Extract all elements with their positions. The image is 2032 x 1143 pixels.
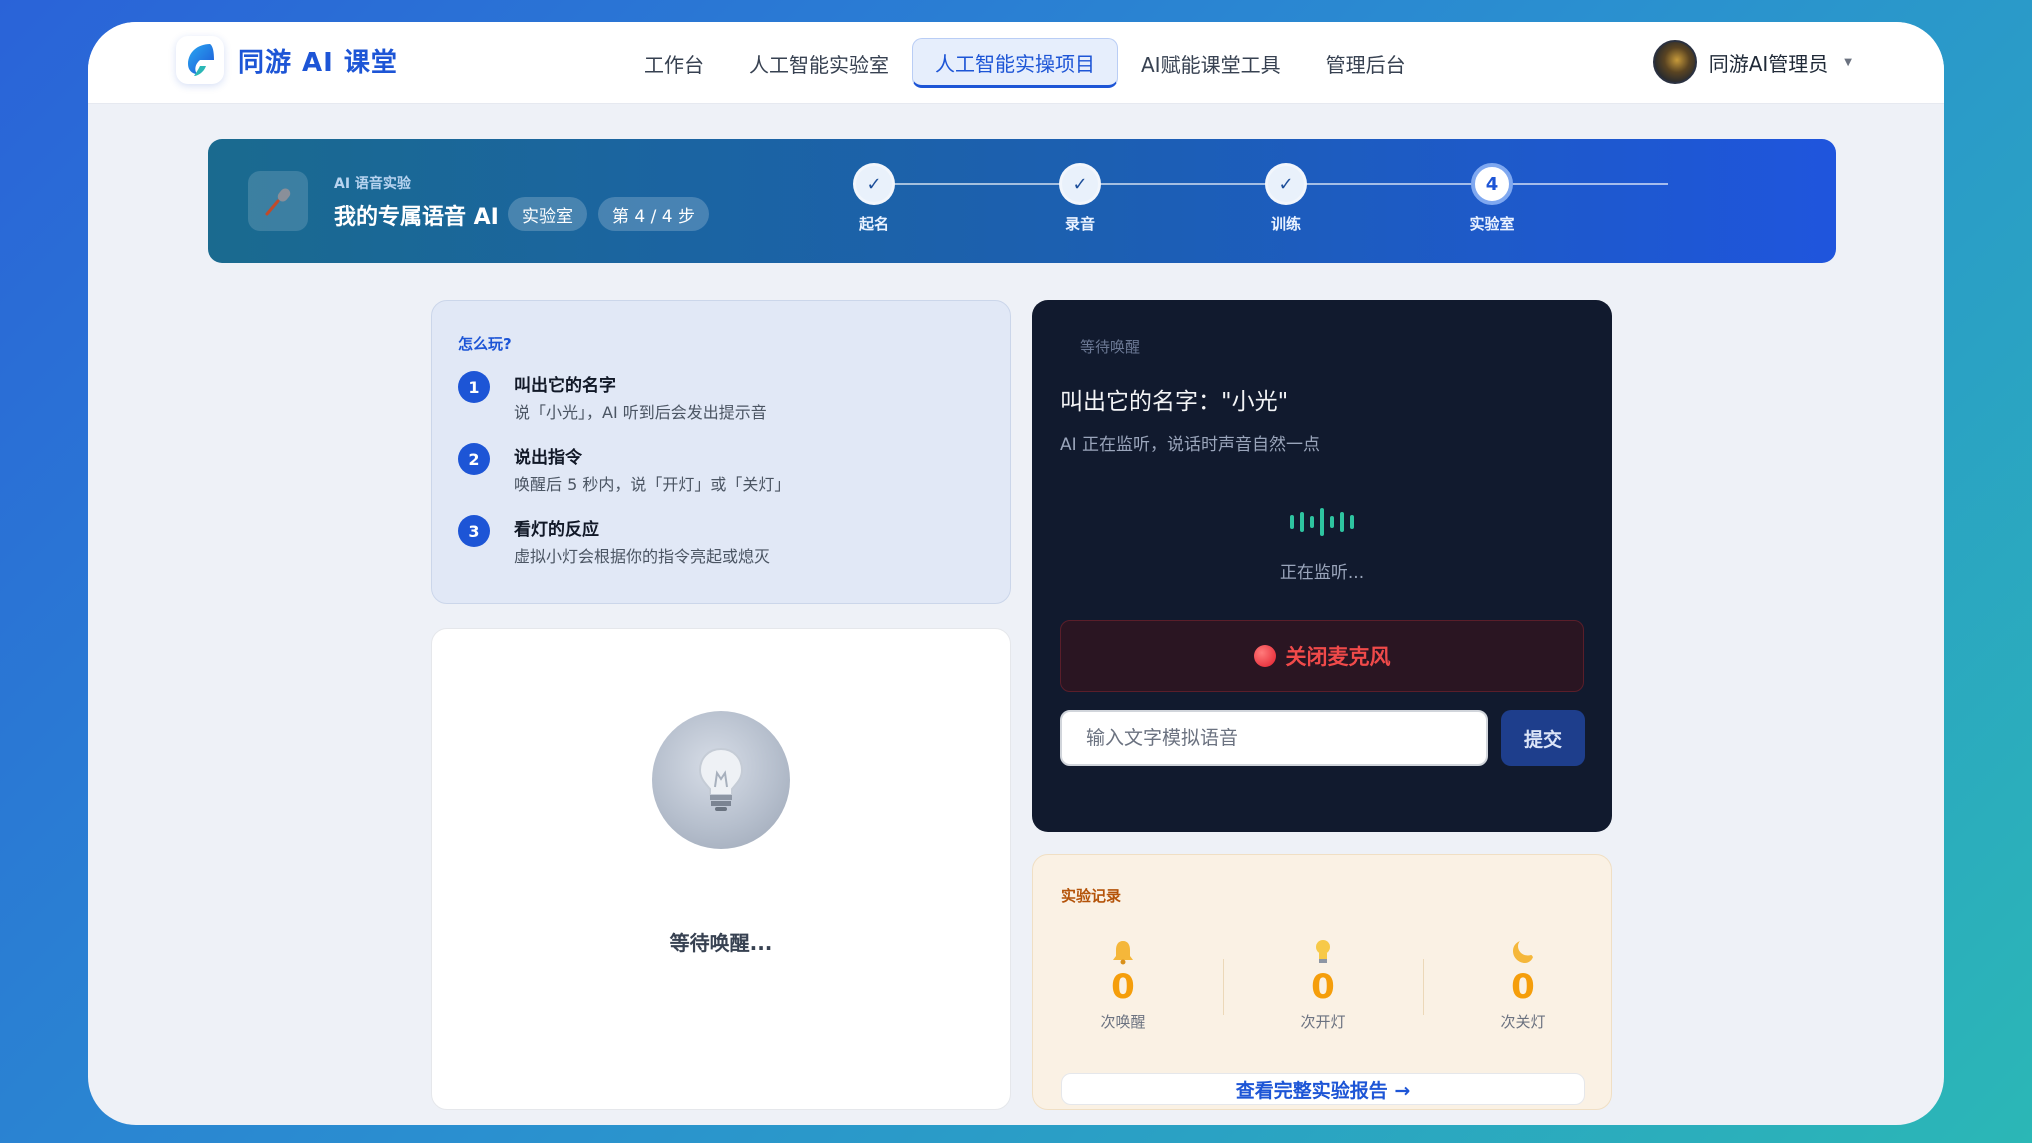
step-lab[interactable]: 4 实验室: [1447, 163, 1537, 234]
step-label: 录音: [1064, 215, 1095, 233]
virtual-lamp-card: 等待唤醒...: [431, 628, 1011, 1110]
stat-value: 0: [1311, 967, 1335, 1007]
step-name[interactable]: ✓ 起名: [829, 163, 919, 234]
record-dot-icon: [1253, 645, 1276, 667]
simulate-voice-input[interactable]: [1060, 710, 1488, 766]
light-bulb-icon: [652, 711, 790, 849]
stat-label: 次唤醒: [1100, 1013, 1146, 1031]
check-icon: ✓: [1059, 163, 1101, 205]
experiment-banner: AI 语音实验 我的专属语音 AI 实验室 第 4 / 4 步 ✓ 起名 ✓ 录…: [208, 139, 1836, 263]
step-label: 实验室: [1469, 215, 1515, 233]
step-label: 训练: [1270, 215, 1301, 233]
top-navbar: 同游 AI 课堂 工作台 人工智能实验室 人工智能实操项目 AI赋能课堂工具 管…: [88, 22, 1944, 104]
audio-wave-icon: [1032, 508, 1612, 536]
nav-item-ai-projects[interactable]: 人工智能实操项目: [912, 38, 1118, 88]
stat-light-off-count: 0 次关灯: [1433, 939, 1613, 1032]
stat-value: 0: [1111, 967, 1135, 1007]
lamp-status: 等待唤醒...: [669, 931, 773, 955]
bulb-icon: [1233, 939, 1413, 967]
instruction-title: 看灯的反应: [514, 520, 599, 540]
lab-tag: 实验室: [508, 197, 587, 231]
instruction-title: 说出指令: [514, 448, 582, 468]
banner-title: 我的专属语音 AI: [334, 205, 499, 230]
record-title: 实验记录: [1061, 887, 1122, 905]
instruction-desc: 唤醒后 5 秒内，说「开灯」或「关灯」: [514, 475, 791, 494]
avatar[interactable]: [1652, 40, 1697, 84]
nav-item-ai-lab[interactable]: 人工智能实验室: [727, 38, 911, 88]
bell-icon: [1033, 939, 1213, 967]
logo-icon: [176, 36, 224, 84]
listening-label: 正在监听...: [1279, 563, 1365, 583]
step-progress-badge: 第 4 / 4 步: [598, 197, 709, 231]
experiment-record-card: 实验记录 0 次唤醒 0 次开灯 0 次关灯 查看完整实验报告 →: [1032, 854, 1612, 1110]
stat-wake-count: 0 次唤醒: [1033, 939, 1213, 1032]
step-number: 4: [1471, 163, 1513, 205]
microphone-icon: [248, 171, 308, 231]
user-name[interactable]: 同游AI管理员: [1709, 48, 1829, 77]
voice-prompt-title: 叫出它的名字："小光": [1060, 389, 1289, 415]
step-number-badge: 3: [458, 515, 490, 547]
nav-item-ai-classroom-tools[interactable]: AI赋能课堂工具: [1119, 38, 1303, 88]
how-to-play-title: 怎么玩?: [458, 335, 512, 353]
banner-subtitle: AI 语音实验: [334, 176, 411, 192]
instruction-desc: 虚拟小灯会根据你的指令亮起或熄灭: [514, 547, 771, 566]
nav-item-workbench[interactable]: 工作台: [622, 38, 726, 88]
voice-listening-panel: 等待唤醒 叫出它的名字："小光" AI 正在监听，说话时声音自然一点 正在监听.…: [1032, 300, 1612, 832]
close-microphone-label: 关闭麦克风: [1285, 645, 1391, 669]
stat-light-on-count: 0 次开灯: [1233, 939, 1413, 1032]
caret-down-icon[interactable]: ▼: [1844, 57, 1852, 68]
stat-value: 0: [1511, 967, 1535, 1007]
stat-divider: [1423, 959, 1424, 1015]
step-label: 起名: [858, 215, 889, 233]
stat-label: 次开灯: [1300, 1013, 1346, 1031]
check-icon: ✓: [1265, 163, 1307, 205]
step-train[interactable]: ✓ 训练: [1241, 163, 1331, 234]
voice-prompt-desc: AI 正在监听，说话时声音自然一点: [1060, 435, 1321, 455]
submit-button[interactable]: 提交: [1501, 710, 1585, 766]
how-to-play-card: 怎么玩? 1 叫出它的名字 说「小光」，AI 听到后会发出提示音 2 说出指令 …: [431, 300, 1011, 604]
step-number-badge: 1: [458, 371, 490, 403]
check-icon: ✓: [853, 163, 895, 205]
step-record[interactable]: ✓ 录音: [1035, 163, 1125, 234]
moon-icon: [1433, 939, 1613, 967]
view-full-report-button[interactable]: 查看完整实验报告 →: [1061, 1073, 1585, 1105]
app-window: 同游 AI 课堂 工作台 人工智能实验室 人工智能实操项目 AI赋能课堂工具 管…: [88, 22, 1944, 1125]
step-number-badge: 2: [458, 443, 490, 475]
main-nav: 工作台 人工智能实验室 人工智能实操项目 AI赋能课堂工具 管理后台: [622, 38, 1429, 88]
stat-label: 次关灯: [1500, 1013, 1546, 1031]
wake-status-label: 等待唤醒: [1080, 338, 1141, 356]
user-menu[interactable]: 同游AI管理员 ▼: [1652, 40, 1852, 84]
stat-divider: [1223, 959, 1224, 1015]
instruction-desc: 说「小光」，AI 听到后会发出提示音: [514, 403, 767, 422]
nav-item-admin[interactable]: 管理后台: [1304, 38, 1428, 88]
logo-text[interactable]: 同游 AI 课堂: [238, 42, 398, 79]
close-microphone-button[interactable]: 关闭麦克风: [1060, 620, 1584, 692]
instruction-title: 叫出它的名字: [514, 376, 616, 396]
